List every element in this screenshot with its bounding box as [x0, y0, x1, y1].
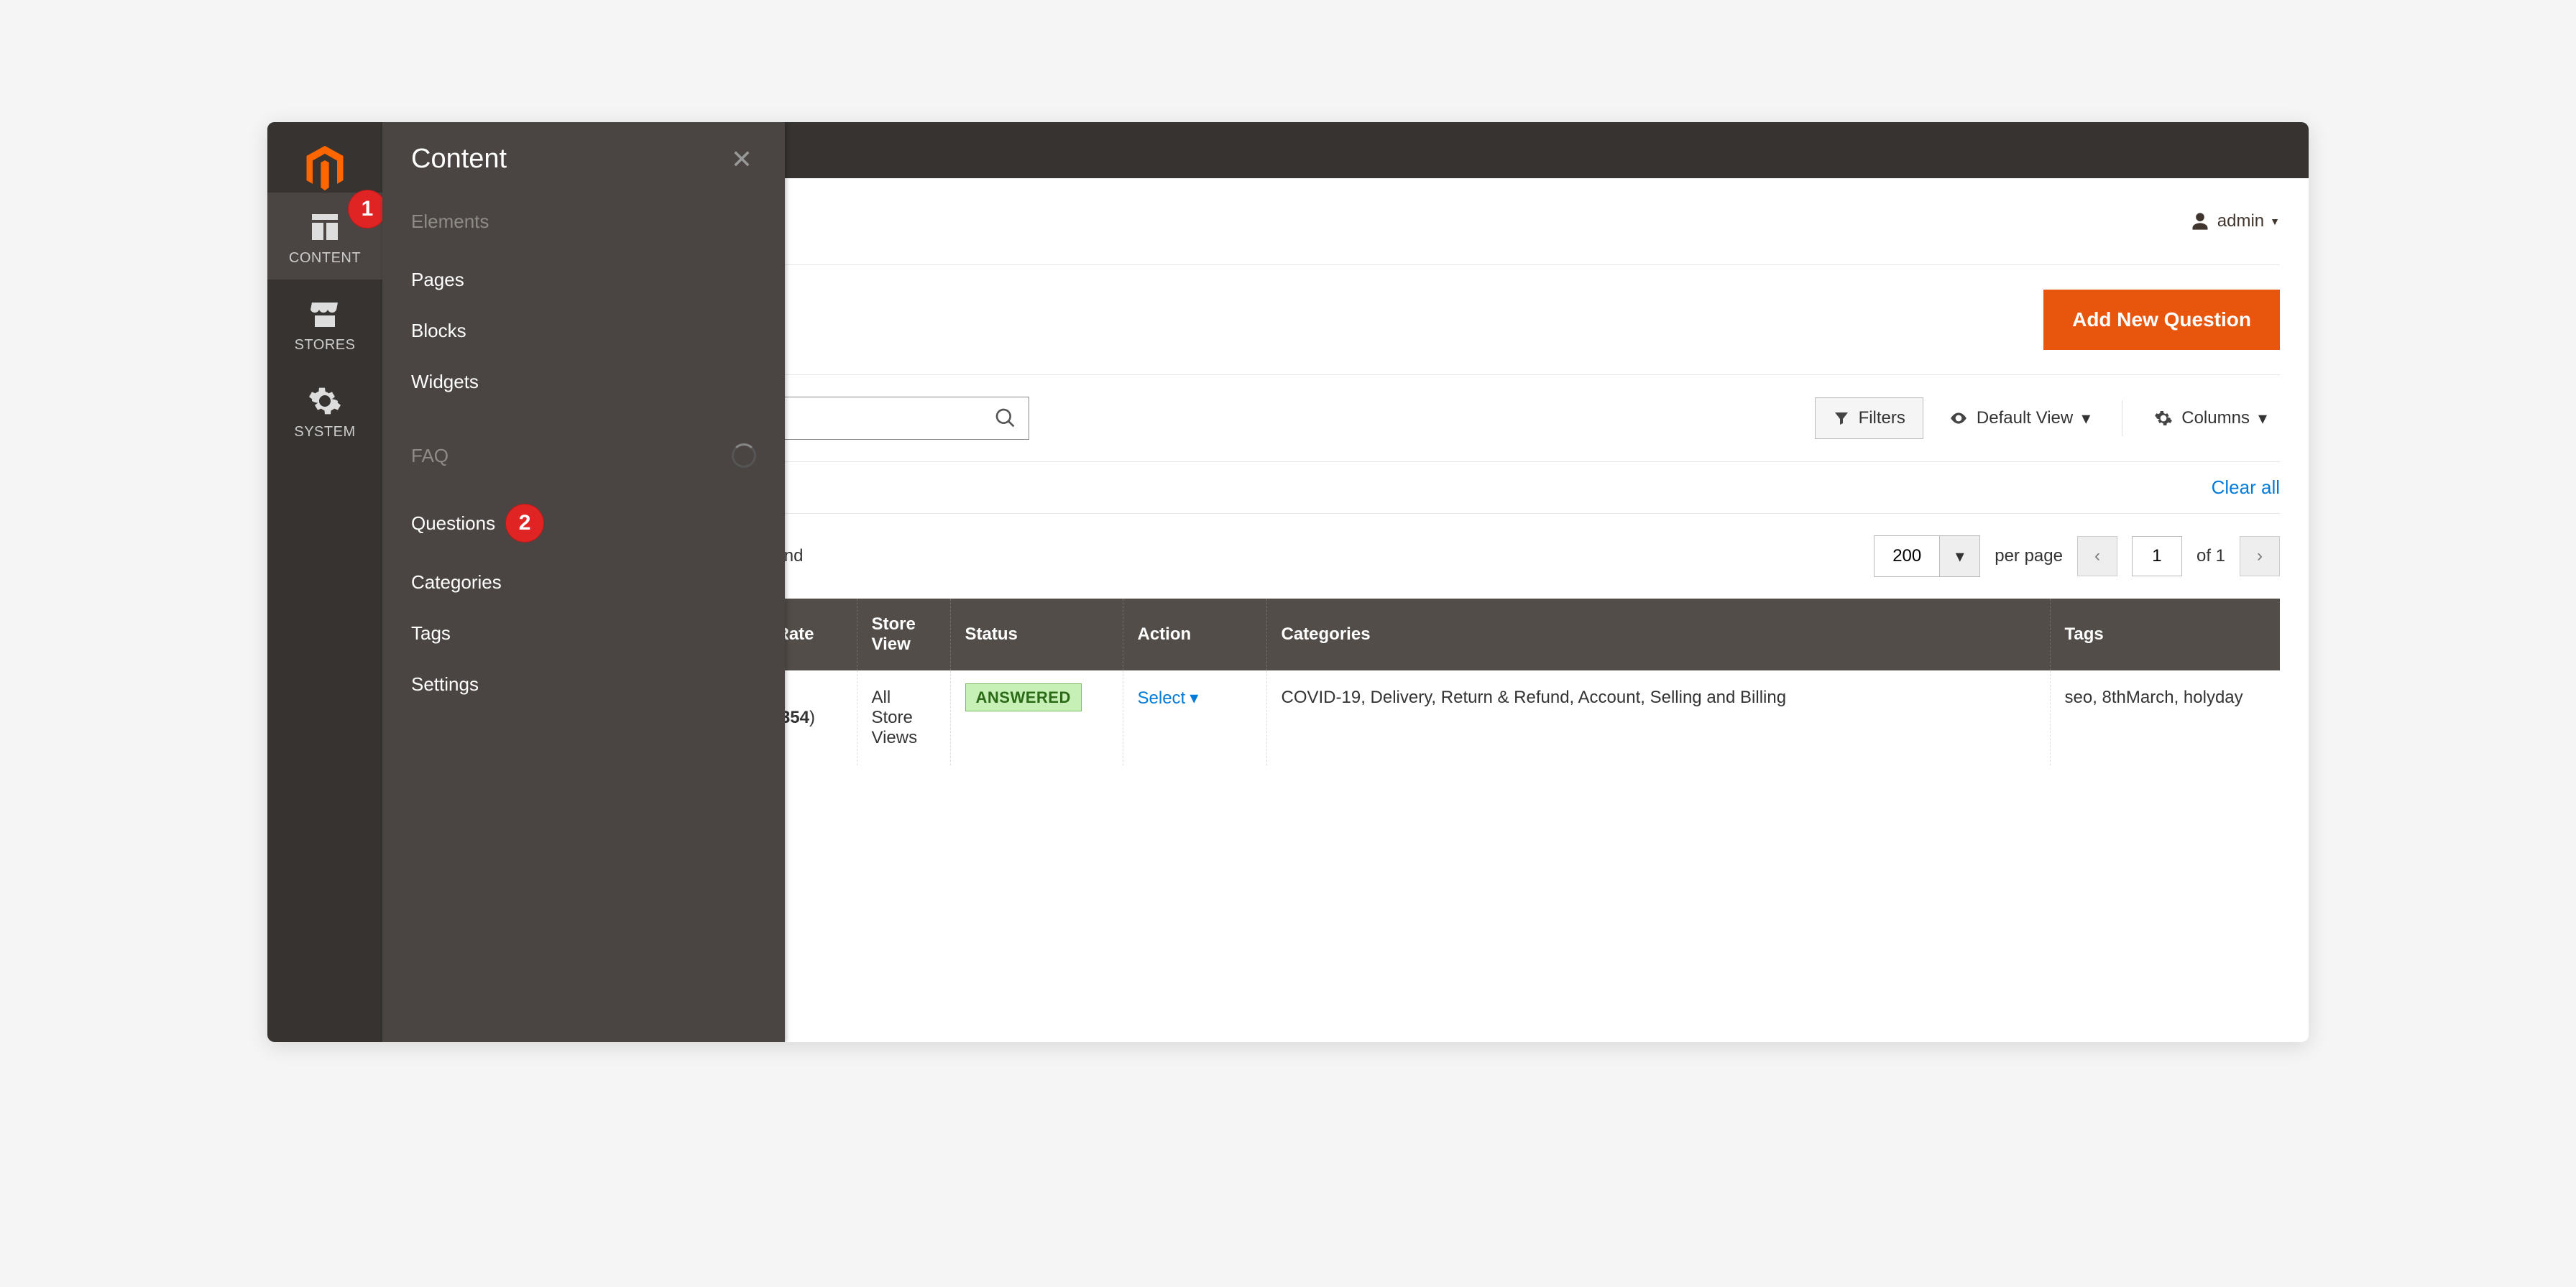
columns-dropdown[interactable]: Columns ▾: [2141, 408, 2280, 429]
stores-icon: [308, 297, 342, 331]
chevron-down-icon: ▼: [2270, 216, 2280, 227]
clear-all-link[interactable]: Clear all: [2212, 476, 2280, 499]
group-elements-heading: Elements: [411, 211, 756, 233]
search-icon: [994, 407, 1017, 430]
nav-stores[interactable]: STORES: [267, 280, 382, 366]
nav-system[interactable]: SYSTEM: [267, 366, 382, 453]
per-page-value[interactable]: [1874, 536, 1939, 576]
nav-rail: CONTENT 1 STORES SYSTEM: [267, 122, 382, 1042]
status-badge: ANSWERED: [965, 683, 1082, 711]
submenu-questions[interactable]: Questions 2: [411, 489, 756, 557]
submenu-settings[interactable]: Settings: [411, 659, 756, 710]
close-icon[interactable]: ✕: [727, 145, 756, 174]
chevron-down-icon: ▾: [1190, 688, 1198, 709]
system-gear-icon: [308, 384, 342, 418]
col-categories[interactable]: Categories: [1266, 599, 2050, 670]
submenu-title: Content: [411, 144, 507, 175]
spinner-icon: [732, 443, 756, 468]
submenu-pages[interactable]: Pages: [411, 254, 756, 305]
content-icon: [308, 210, 342, 244]
prev-page-button[interactable]: ‹: [2077, 536, 2117, 576]
app-window: CONTENT 1 STORES SYSTEM Content ✕ Elemen…: [267, 122, 2309, 1042]
tags-cell: seo, 8thMarch, holyday: [2050, 670, 2280, 765]
magento-logo-icon: [300, 144, 349, 193]
store-view-cell: All Store Views: [857, 670, 950, 765]
col-status[interactable]: Status: [950, 599, 1123, 670]
gear-icon: [2154, 409, 2173, 428]
chevron-down-icon[interactable]: ▾: [1939, 536, 1979, 576]
user-icon: [2190, 211, 2210, 231]
submenu-tags[interactable]: Tags: [411, 608, 756, 659]
callout-badge-2: 2: [505, 504, 544, 543]
row-action-select[interactable]: Select ▾: [1138, 688, 1252, 709]
categories-cell: COVID-19, Delivery, Return & Refund, Acc…: [1266, 670, 2050, 765]
user-name: admin: [2217, 211, 2264, 231]
nav-content[interactable]: CONTENT 1: [267, 193, 382, 280]
per-page-label: per page: [1995, 546, 2063, 566]
nav-system-label: SYSTEM: [267, 424, 382, 440]
of-pages-label: of 1: [2196, 546, 2225, 566]
filters-button[interactable]: Filters: [1815, 397, 1923, 439]
chevron-down-icon: ▾: [2258, 408, 2267, 429]
col-tags[interactable]: Tags: [2050, 599, 2280, 670]
submenu-blocks[interactable]: Blocks: [411, 305, 756, 356]
nav-content-label: CONTENT: [267, 250, 382, 267]
next-page-button[interactable]: ›: [2240, 536, 2280, 576]
submenu-widgets[interactable]: Widgets: [411, 356, 756, 407]
chevron-down-icon: ▾: [2082, 408, 2090, 429]
page-number-input[interactable]: [2132, 536, 2182, 576]
per-page-select[interactable]: ▾: [1874, 535, 1980, 577]
default-view-dropdown[interactable]: Default View ▾: [1936, 408, 2103, 429]
submenu-categories[interactable]: Categories: [411, 557, 756, 608]
col-action[interactable]: Action: [1123, 599, 1266, 670]
filter-icon: [1833, 410, 1850, 427]
eye-icon: [1949, 409, 1968, 428]
callout-badge-1: 1: [348, 190, 387, 229]
nav-stores-label: STORES: [267, 337, 382, 354]
col-store-view[interactable]: Store View: [857, 599, 950, 670]
group-faq-heading: FAQ: [411, 443, 756, 468]
content-submenu: Content ✕ Elements Pages Blocks Widgets …: [382, 122, 785, 1042]
add-new-question-button[interactable]: Add New Question: [2043, 290, 2280, 350]
